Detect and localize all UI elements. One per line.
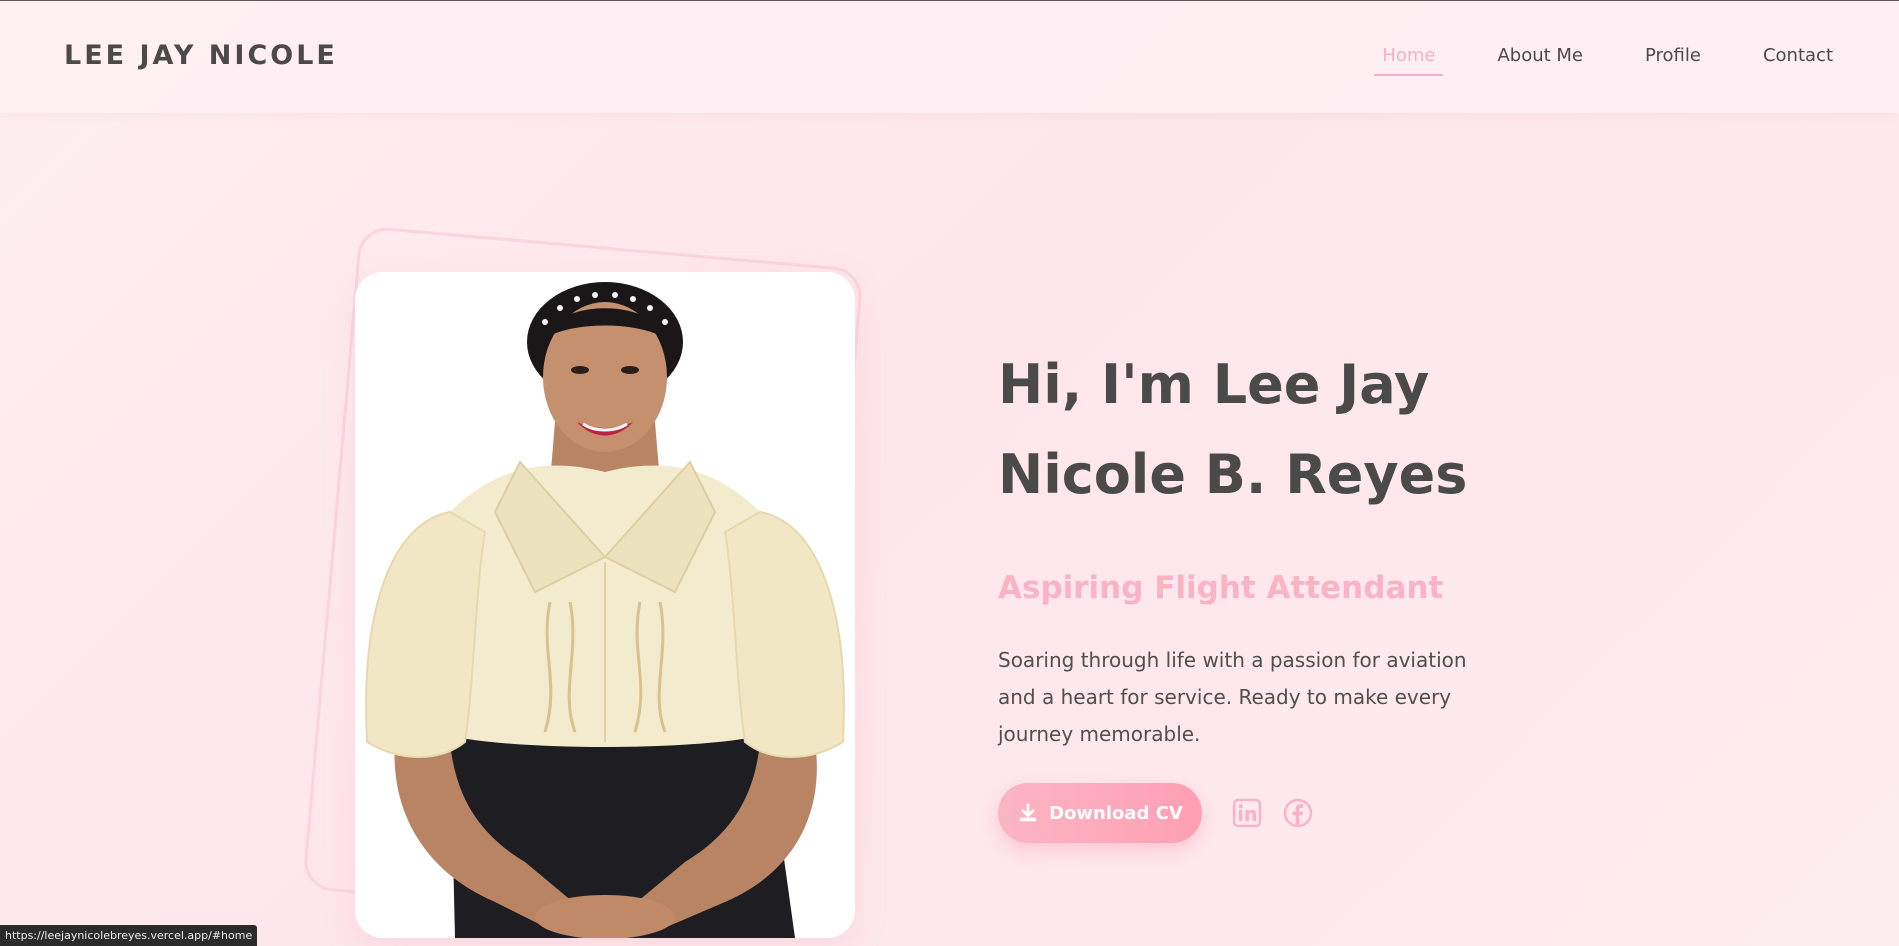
hero-title-line2: Nicole B. Reyes: [998, 443, 1468, 506]
nav-home-link[interactable]: Home: [1374, 45, 1444, 76]
hero-title: Hi, I'm Lee Jay Nicole B. Reyes: [998, 340, 1518, 520]
nav-menu: Home About Me Profile Contact: [1328, 45, 1841, 76]
linkedin-icon[interactable]: [1232, 798, 1262, 828]
social-links: [1232, 798, 1334, 828]
hero-actions: Download CV: [998, 783, 1518, 843]
site-brand[interactable]: LEE JAY NICOLE: [64, 40, 338, 71]
navbar: LEE JAY NICOLE Home About Me Profile Con…: [0, 1, 1899, 113]
nav-profile-link[interactable]: Profile: [1637, 45, 1709, 76]
download-cv-label: Download CV: [1049, 802, 1183, 824]
browser-status-url: https://leejaynicolebreyes.vercel.app/#h…: [0, 925, 258, 946]
nav-contact-link[interactable]: Contact: [1755, 45, 1841, 76]
hero-subtitle: Aspiring Flight Attendant: [998, 570, 1444, 606]
nav-about-link[interactable]: About Me: [1489, 45, 1591, 76]
hero-title-line1: Hi, I'm Lee Jay: [998, 353, 1430, 416]
profile-photo-illustration: [355, 272, 855, 938]
download-icon: [1019, 803, 1037, 822]
facebook-icon[interactable]: [1283, 798, 1313, 828]
hero-description: Soaring through life with a passion for …: [998, 648, 1467, 746]
hero-section: Hi, I'm Lee Jay Nicole B. Reyes Aspiring…: [998, 340, 1518, 843]
profile-photo: [355, 272, 855, 938]
download-cv-button[interactable]: Download CV: [998, 783, 1202, 843]
